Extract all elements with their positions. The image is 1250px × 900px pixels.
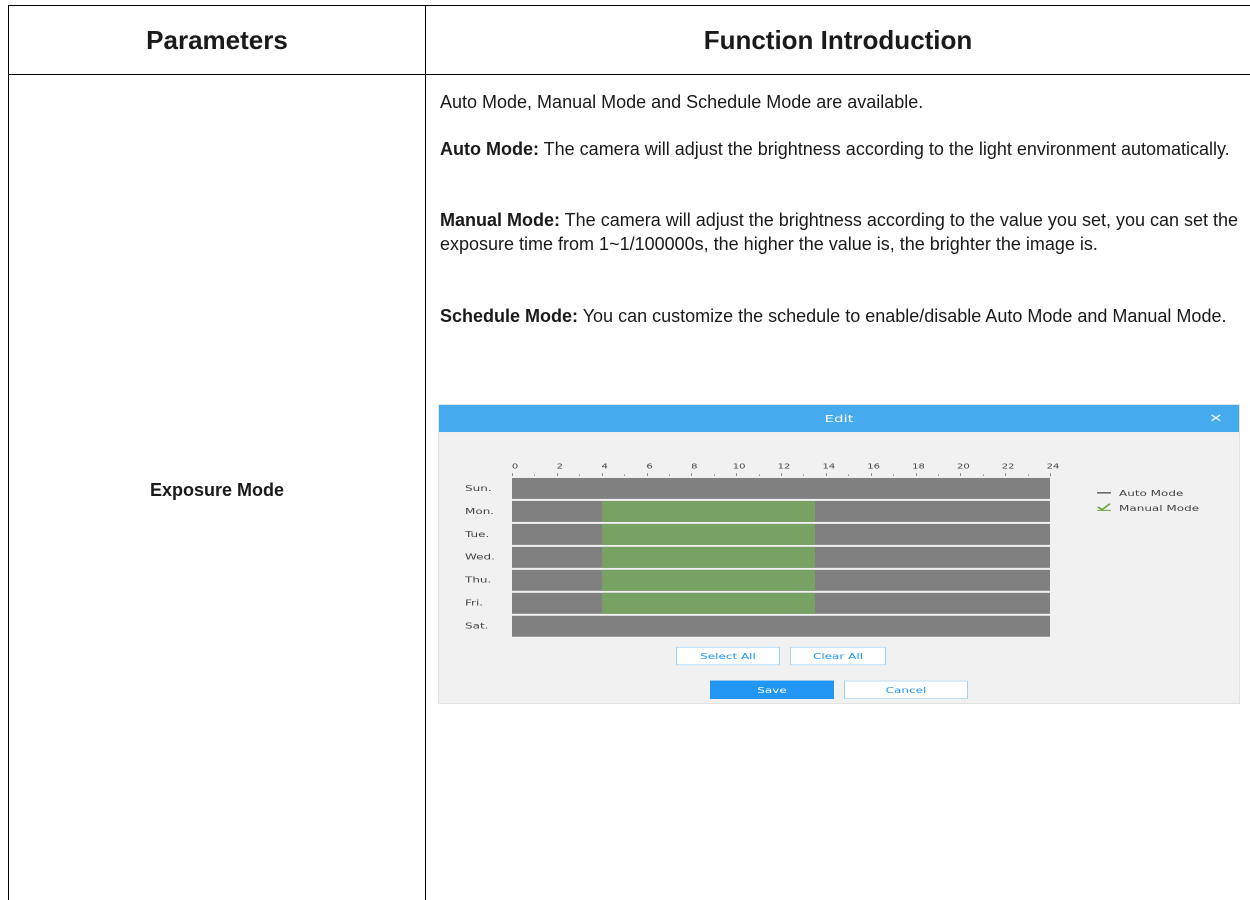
hour-tick — [601, 473, 603, 476]
schedule-mode-text: You can customize the schedule to enable… — [578, 306, 1227, 326]
hour-tick — [960, 473, 962, 476]
hour-tick — [803, 474, 805, 476]
hour-tick-label: 20 — [956, 463, 970, 471]
hour-tick — [556, 473, 558, 476]
hour-tick — [668, 474, 670, 476]
edit-dialog: Edit ✕ 0 2 4 6 8 10 12 14 16 18 20 22 24 Sun. Mon. Tue.… — [438, 404, 1240, 704]
hour-tick — [915, 473, 917, 476]
header-function-introduction: Function Introduction — [703, 24, 973, 55]
schedule-row[interactable] — [512, 569, 1050, 591]
save-button[interactable]: Save — [710, 680, 834, 699]
hour-tick — [781, 473, 782, 476]
legend-manual-label: Manual Mode — [1119, 503, 1200, 513]
hour-tick — [1005, 473, 1007, 476]
hour-tick — [512, 473, 513, 476]
hour-tick — [825, 473, 827, 476]
manual-mode-segment[interactable] — [601, 500, 815, 522]
hour-tick — [713, 474, 715, 476]
manual-mode-label: Manual Mode: — [440, 210, 560, 230]
header-parameters: Parameters — [146, 24, 288, 55]
auto-mode-text: The camera will adjust the brightness ac… — [538, 139, 1230, 159]
schedule-mode-label: Schedule Mode: — [440, 306, 579, 326]
manual-mode-text: The camera will adjust the brightness ac… — [440, 210, 1239, 254]
schedule-row[interactable] — [512, 500, 1050, 522]
hour-tick — [937, 474, 939, 476]
table-border-left — [8, 5, 9, 900]
hour-tick — [1027, 474, 1029, 476]
intro-manual-mode: Manual Mode: The camera will adjust the … — [440, 208, 1240, 256]
schedule-row[interactable] — [512, 523, 1050, 545]
manual-mode-segment[interactable] — [601, 546, 815, 568]
hour-tick-label: 6 — [646, 463, 653, 471]
hour-tick — [624, 474, 626, 476]
hour-tick-label: 18 — [912, 463, 925, 471]
auto-mode-label: Auto Mode: — [440, 139, 539, 159]
hour-tick — [646, 473, 648, 476]
hour-tick-label: 0 — [511, 463, 519, 471]
select-all-button[interactable]: Select All — [676, 646, 780, 666]
intro-line: Auto Mode, Manual Mode and Schedule Mode… — [440, 90, 1240, 114]
hour-tick — [870, 473, 872, 476]
hour-tick-label: 24 — [1046, 463, 1060, 471]
clear-all-button[interactable]: Clear All — [790, 646, 886, 666]
dialog-body: Edit ✕ 0 2 4 6 8 10 12 14 16 18 20 22 24 Sun. Mon. Tue.… — [439, 405, 1239, 703]
hour-tick-label: 16 — [867, 463, 881, 471]
hour-tick-label: 10 — [732, 463, 746, 471]
legend-auto[interactable]: Auto Mode — [1097, 489, 1183, 498]
hour-tick — [534, 474, 536, 476]
dialog-title: Edit — [824, 412, 854, 425]
hour-tick-label: 22 — [1001, 463, 1015, 471]
manual-mode-segment[interactable] — [601, 592, 815, 614]
legend-manual[interactable]: Manual Mode — [1097, 503, 1199, 513]
schedule-row[interactable] — [512, 615, 1050, 637]
checkmark-icon — [1097, 503, 1111, 513]
hour-tick-label: 4 — [601, 463, 608, 471]
close-icon[interactable]: ✕ — [1209, 412, 1223, 426]
hour-tick — [893, 474, 895, 476]
intro-auto-mode: Auto Mode: The camera will adjust the br… — [440, 137, 1240, 161]
dialog-title-bar: Edit ✕ — [439, 405, 1239, 433]
hour-tick — [691, 473, 693, 476]
schedule-grid[interactable] — [512, 477, 1050, 639]
cancel-button[interactable]: Cancel — [844, 680, 968, 699]
hour-tick-label: 2 — [556, 463, 564, 471]
intro-availability: Auto Mode, Manual Mode and Schedule Mode… — [440, 92, 924, 112]
manual-mode-segment[interactable] — [601, 569, 815, 591]
dash-icon — [1097, 489, 1111, 498]
hour-tick — [982, 474, 984, 476]
intro-schedule-mode: Schedule Mode: You can customize the sch… — [440, 304, 1240, 328]
hour-tick — [848, 474, 850, 476]
schedule-row[interactable] — [512, 477, 1050, 499]
hour-tick — [758, 474, 760, 476]
legend-auto-label: Auto Mode — [1119, 488, 1184, 499]
manual-mode-segment[interactable] — [601, 523, 815, 545]
hour-tick-label: 8 — [691, 463, 698, 471]
schedule-row[interactable] — [512, 546, 1050, 568]
hour-tick — [579, 474, 581, 476]
hour-tick-label: 14 — [822, 463, 836, 471]
hour-tick — [1050, 473, 1051, 476]
hour-tick — [736, 473, 738, 476]
table-column-divider — [425, 5, 426, 900]
schedule-row[interactable] — [512, 592, 1050, 614]
parameter-name: Exposure Mode — [149, 480, 285, 500]
hour-tick-label: 12 — [777, 463, 791, 471]
